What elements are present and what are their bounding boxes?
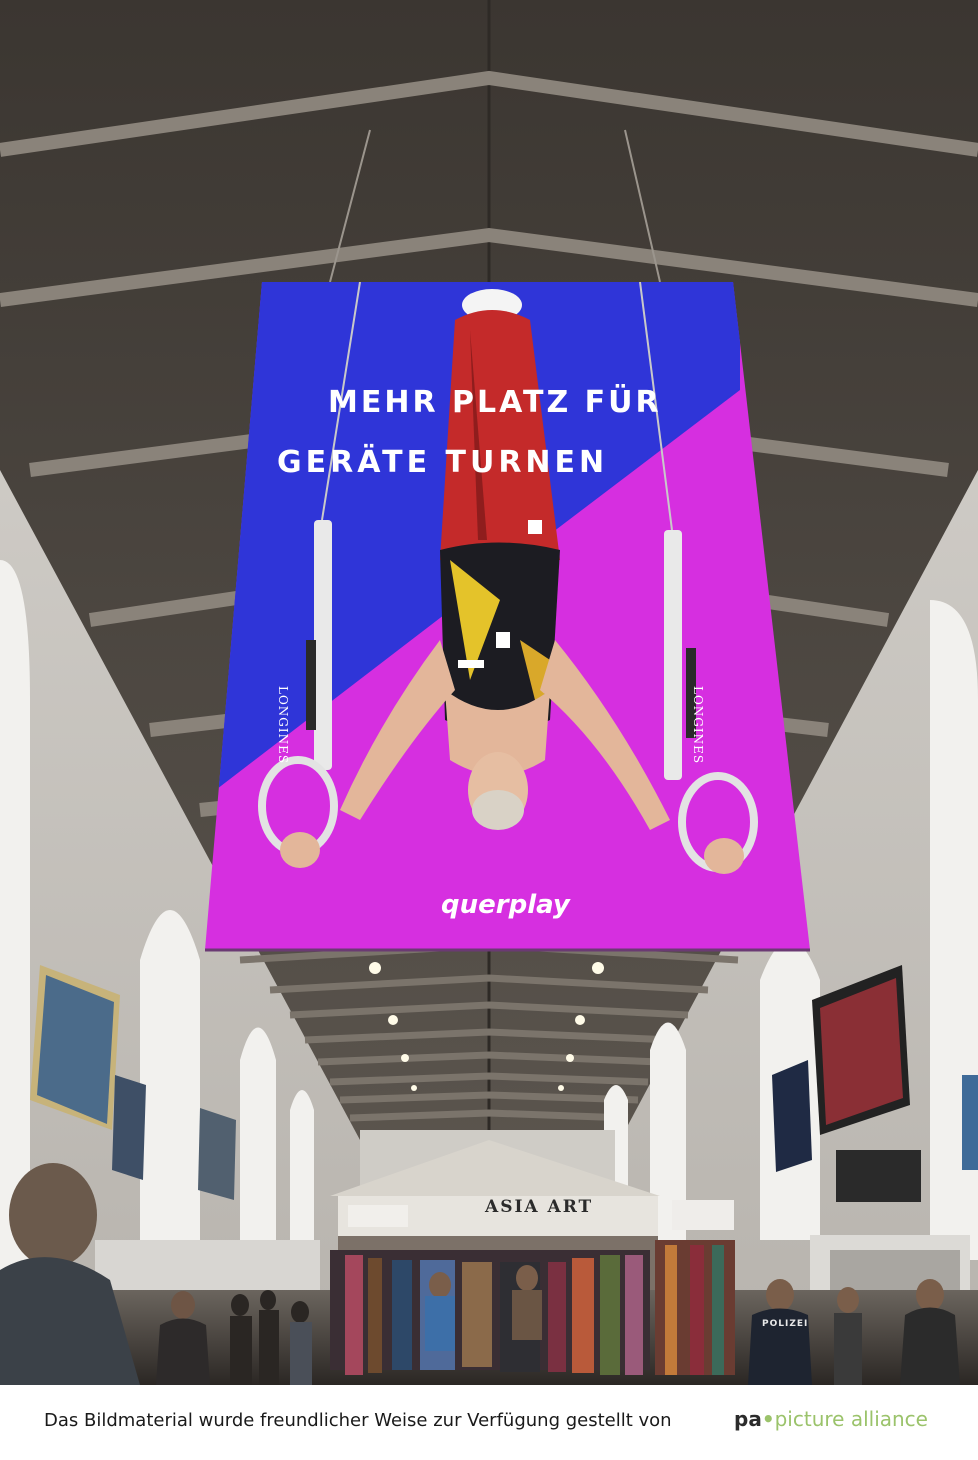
kiosk-sign: ASIA ART	[485, 1197, 594, 1217]
ring-strap-brand-left: LONGINES	[276, 686, 290, 765]
banner-headline-line2: GERÄTE TURNEN	[277, 445, 609, 480]
ring-strap-brand-right: LONGINES	[691, 686, 705, 765]
banner-headline-line1: MEHR PLATZ FÜR	[328, 385, 662, 420]
pa-logo-name: picture alliance	[774, 1407, 928, 1431]
credit-text: Das Bildmaterial wurde freundlicher Weis…	[44, 1410, 672, 1431]
police-vest-label: POLIZEI	[762, 1319, 809, 1329]
photo-credit-footer: Das Bildmaterial wurde freundlicher Weis…	[0, 1385, 978, 1460]
pa-logo-dot: •	[761, 1407, 775, 1431]
querplay-logo: querplay	[441, 890, 570, 920]
hanging-banner	[205, 282, 810, 952]
picture-alliance-logo: pa•picture alliance	[734, 1407, 928, 1431]
hall-illustration	[0, 0, 978, 1385]
station-hall-photo: MEHR PLATZ FÜR GERÄTE TURNEN querplay LO…	[0, 0, 978, 1385]
pa-logo-mark: pa	[734, 1407, 762, 1431]
